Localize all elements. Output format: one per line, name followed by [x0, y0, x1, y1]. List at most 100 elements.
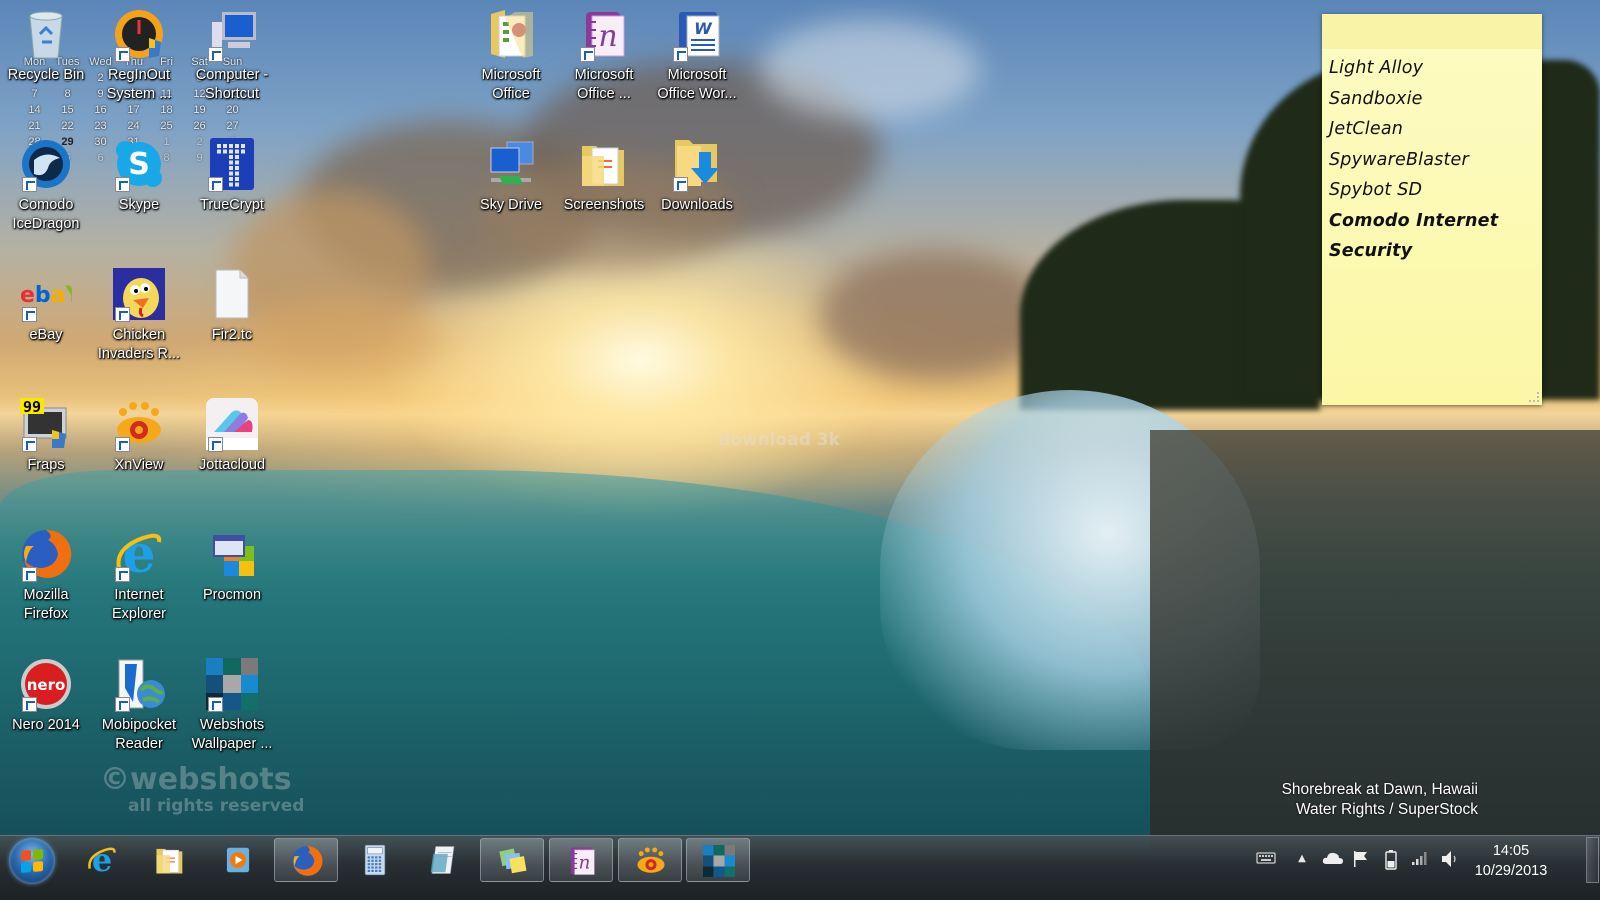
- keyboard-icon[interactable]: [1256, 850, 1276, 868]
- calendar-day[interactable]: 8: [51, 88, 84, 104]
- calendar-day[interactable]: 21: [18, 120, 51, 136]
- ebay-icon: ebaY: [20, 268, 83, 322]
- shortcut-arrow-icon: [115, 47, 130, 62]
- desktop-icon-recycle-bin[interactable]: Recycle Bin: [0, 8, 92, 85]
- desktop-icon-ms-office[interactable]: Microsoft Office: [465, 8, 557, 104]
- desktop[interactable]: ©webshots all rights reserved download 3…: [0, 0, 1600, 900]
- shortcut-arrow-icon: [208, 47, 223, 62]
- desktop-icon-label: Internet Explorer: [112, 587, 166, 622]
- desktop-icon-label: Fir2.tc: [211, 327, 253, 343]
- desktop-icon-label: Fraps: [27, 457, 65, 473]
- taskbar-button-webshots[interactable]: [686, 838, 750, 882]
- volume-icon[interactable]: [1440, 850, 1460, 868]
- desktop-icon-label: Recycle Bin: [7, 67, 85, 83]
- shortcut-arrow-icon: [115, 567, 130, 582]
- desktop-icon-ms-word[interactable]: W Microsoft Office Wor...: [651, 8, 743, 104]
- caption-title: Shorebreak at Dawn, Hawaii: [1281, 781, 1478, 798]
- desktop-icon-reginout[interactable]: RegInOut System ...: [93, 8, 185, 104]
- desktop-icon-firefox[interactable]: Mozilla Firefox: [0, 528, 92, 624]
- desktop-icon-comodo-icedragon[interactable]: Comodo IceDragon: [0, 138, 92, 234]
- desktop-icon-sky-drive[interactable]: Sky Drive: [465, 138, 557, 215]
- desktop-icon-label: Jottacloud: [198, 457, 266, 473]
- sticky-note[interactable]: Light Alloy Sandboxie JetClean SpywareBlast…: [1322, 14, 1542, 405]
- desktop-icon-label: Microsoft Office: [481, 67, 541, 102]
- calendar-day[interactable]: 24: [117, 120, 150, 136]
- xnview-icon: [113, 398, 165, 452]
- calendar-day[interactable]: 20: [216, 104, 249, 120]
- desktop-icon-truecrypt[interactable]: TrueCrypt: [186, 138, 278, 215]
- sticky-notes-icon: [497, 845, 529, 877]
- calendar-day[interactable]: 16: [84, 104, 117, 120]
- desktop-icon-fir2[interactable]: Fir2.tc: [186, 268, 278, 345]
- calendar-day[interactable]: 23: [84, 120, 117, 136]
- desktop-icon-procmon[interactable]: Procmon: [186, 528, 278, 605]
- battery-icon[interactable]: [1381, 850, 1401, 870]
- desktop-icon-internet-explorer[interactable]: e Internet Explorer: [93, 524, 185, 624]
- taskbar-button-onenote[interactable]: n: [549, 838, 613, 882]
- taskbar-button-sticky-notes[interactable]: [480, 838, 544, 882]
- show-hidden-icons-arrow[interactable]: ▲: [1292, 850, 1312, 868]
- desktop-icon-label: Chicken Invaders R...: [97, 327, 181, 362]
- desktop-icon-label: Nero 2014: [12, 717, 80, 733]
- signal-icon[interactable]: [1410, 850, 1430, 868]
- desktop-icon-jottacloud[interactable]: Jottacloud: [186, 398, 278, 475]
- calendar-day[interactable]: 19: [183, 104, 216, 120]
- desktop-icon-ebay[interactable]: ebaY eBay: [0, 268, 92, 345]
- skype-icon: S: [113, 138, 165, 192]
- calendar-day[interactable]: 17: [117, 104, 150, 120]
- calculator-icon: [359, 844, 391, 876]
- desktop-icon-nero[interactable]: nero Nero 2014: [0, 658, 92, 735]
- taskbar-button-notepad[interactable]: [411, 838, 475, 882]
- shortcut-arrow-icon: [22, 177, 37, 192]
- calendar-day[interactable]: 14: [18, 104, 51, 120]
- calendar-day[interactable]: 25: [150, 120, 183, 136]
- folder-icon: [154, 844, 186, 876]
- truecrypt-icon: [206, 138, 258, 192]
- sticky-note-body[interactable]: Light Alloy Sandboxie JetClean SpywareBlast…: [1322, 49, 1542, 271]
- desktop-icon-downloads[interactable]: Downloads: [651, 138, 743, 215]
- cloud-icon[interactable]: [1322, 850, 1343, 868]
- desktop-icon-label: Skype: [118, 197, 160, 213]
- taskbar-button-media-player[interactable]: [206, 838, 270, 882]
- desktop-icon-chicken-invaders[interactable]: Chicken Invaders R...: [93, 268, 185, 364]
- svg-text:n: n: [598, 19, 617, 54]
- onenote-icon: n: [578, 8, 630, 62]
- taskbar-button-explorer[interactable]: [138, 838, 202, 882]
- calendar-day[interactable]: 22: [51, 120, 84, 136]
- desktop-icon-label: Microsoft Office Wor...: [657, 67, 737, 102]
- show-desktop-button[interactable]: [1586, 837, 1599, 883]
- svg-text:W: W: [694, 19, 713, 38]
- desktop-icon-mobipocket[interactable]: Mobipocket Reader: [93, 658, 185, 754]
- desktop-icon-skype[interactable]: S Skype: [93, 138, 185, 215]
- calendar-day[interactable]: 7: [18, 88, 51, 104]
- start-button[interactable]: [9, 838, 55, 884]
- desktop-icon-webshots[interactable]: Webshots Wallpaper ...: [186, 658, 278, 754]
- desktop-icon-label: TrueCrypt: [200, 197, 264, 213]
- desktop-icon-screenshots[interactable]: Screenshots: [558, 138, 650, 215]
- calendar-day[interactable]: 27: [216, 120, 249, 136]
- folder-icon: [578, 138, 630, 190]
- taskbar-button-ie[interactable]: e: [70, 838, 134, 882]
- desktop-icon-label: XnView: [114, 457, 164, 473]
- desktop-icon-label: Downloads: [661, 197, 733, 213]
- calendar-day[interactable]: 26: [183, 120, 216, 136]
- action-center-flag-icon[interactable]: [1351, 850, 1371, 868]
- desktop-icon-fraps[interactable]: 99 Fraps: [0, 398, 92, 475]
- taskbar-button-firefox[interactable]: [274, 838, 338, 882]
- media-player-icon: [222, 844, 254, 876]
- calendar-day[interactable]: 15: [51, 104, 84, 120]
- taskbar-button-calculator[interactable]: [343, 838, 407, 882]
- clock[interactable]: 14:05 10/29/2013: [1466, 841, 1556, 881]
- ie-icon: e: [113, 524, 165, 585]
- desktop-icon-xnview[interactable]: XnView: [93, 398, 185, 475]
- shortcut-arrow-icon: [673, 177, 688, 192]
- calendar-day[interactable]: 18: [150, 104, 183, 120]
- system-tray: ▲ 14:05 10/29/2013: [1250, 836, 1600, 900]
- taskbar-button-xnview[interactable]: [618, 838, 682, 882]
- desktop-icon-computer[interactable]: Computer - Shortcut: [186, 8, 278, 104]
- shortcut-arrow-icon: [22, 567, 37, 582]
- sticky-note-line: Light Alloy: [1329, 58, 1424, 78]
- resize-grip-icon[interactable]: [1529, 392, 1539, 402]
- sticky-note-header[interactable]: [1322, 14, 1542, 49]
- desktop-icon-ms-onenote[interactable]: n Microsoft Office ...: [558, 8, 650, 104]
